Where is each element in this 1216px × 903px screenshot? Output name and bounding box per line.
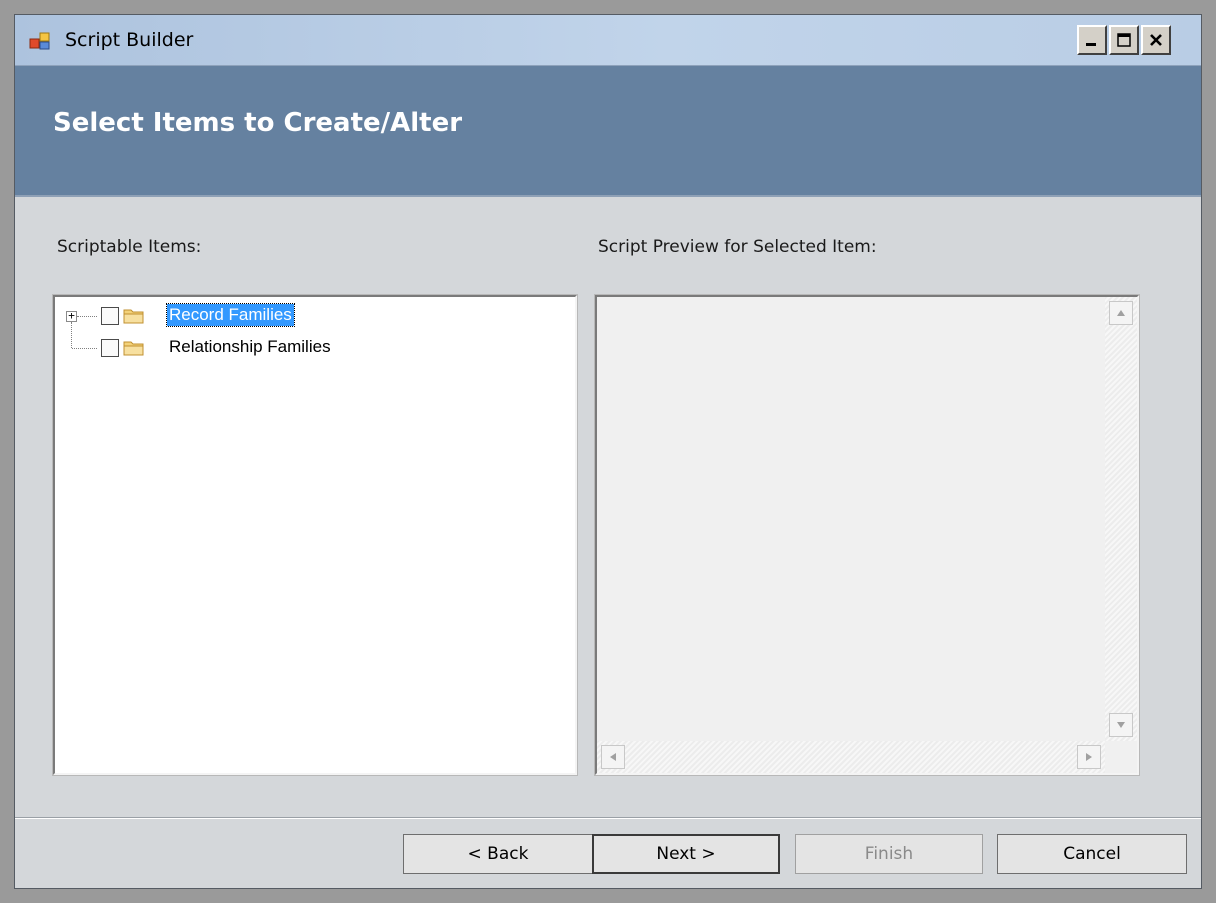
scroll-down-button[interactable] <box>1109 713 1133 737</box>
title-bar[interactable]: Script Builder <box>15 15 1201 66</box>
scriptable-items-tree[interactable]: + Record Families Relationship Families <box>52 294 578 776</box>
app-icon <box>29 32 50 50</box>
script-preview-label: Script Preview for Selected Item: <box>598 237 877 257</box>
back-button[interactable]: < Back <box>403 834 593 874</box>
maximize-button[interactable] <box>1109 25 1139 55</box>
scroll-left-button[interactable] <box>601 745 625 769</box>
folder-icon <box>123 309 144 324</box>
arrow-up-icon <box>1117 310 1125 316</box>
close-button[interactable] <box>1141 25 1171 55</box>
script-preview-textbox[interactable] <box>594 294 1140 776</box>
scroll-up-button[interactable] <box>1109 301 1133 325</box>
arrow-right-icon <box>1086 753 1092 761</box>
maximize-icon <box>1117 33 1131 47</box>
arrow-down-icon <box>1117 722 1125 728</box>
relationship-families-checkbox[interactable] <box>101 339 119 357</box>
folder-icon <box>123 341 144 356</box>
record-families-checkbox[interactable] <box>101 307 119 325</box>
page-title: Select Items to Create/Alter <box>53 108 463 138</box>
vertical-scrollbar[interactable] <box>1105 297 1137 741</box>
tree-node-record-families[interactable]: + Record Families <box>55 303 575 329</box>
arrow-left-icon <box>610 753 616 761</box>
script-builder-window: Script Builder Select Items to Create/Al… <box>14 14 1202 889</box>
minimize-icon <box>1086 43 1096 46</box>
scriptable-items-label: Scriptable Items: <box>57 237 202 257</box>
minimize-button[interactable] <box>1077 25 1107 55</box>
horizontal-scrollbar[interactable] <box>597 741 1105 773</box>
tree-node-label[interactable]: Relationship Families <box>167 336 333 358</box>
next-button[interactable]: Next > <box>592 834 780 874</box>
close-icon <box>1150 34 1162 46</box>
tree-node-label[interactable]: Record Families <box>166 303 295 327</box>
footer-divider <box>15 817 1201 819</box>
scroll-right-button[interactable] <box>1077 745 1101 769</box>
finish-button[interactable]: Finish <box>795 834 983 874</box>
expand-plus-icon[interactable]: + <box>66 310 77 322</box>
window-title: Script Builder <box>65 29 194 51</box>
cancel-button[interactable]: Cancel <box>997 834 1187 874</box>
scrollbar-corner <box>1105 741 1137 773</box>
wizard-header: Select Items to Create/Alter <box>15 66 1201 197</box>
tree-node-relationship-families[interactable]: Relationship Families <box>55 337 575 363</box>
